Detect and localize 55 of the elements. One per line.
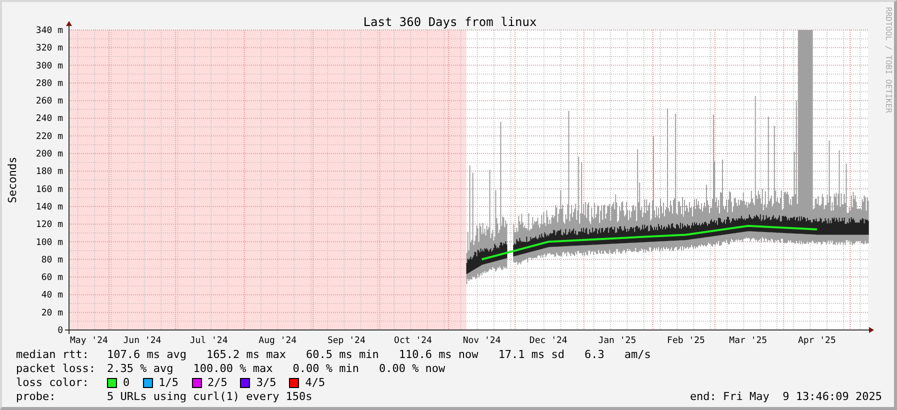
legend-value: 100.00 % max [193, 362, 273, 376]
x-tick-label: Apr '25 [798, 336, 836, 346]
x-tick-label: Dec '24 [529, 336, 568, 346]
legend-value: 1/5 [158, 376, 178, 390]
x-tick-label: Sep '24 [327, 336, 366, 346]
legend-value: 4/5 [305, 376, 326, 390]
x-tick-label: Jul '24 [190, 336, 228, 346]
y-tick-label: 180 m [36, 167, 63, 178]
x-tick-label: Feb '25 [667, 336, 705, 346]
legend-value: 5 URLs using curl(1) every 150s [107, 390, 312, 404]
x-tick-label: Oct '24 [394, 336, 432, 346]
y-tick-label: 140 m [36, 202, 63, 212]
x-tick-label: Jan '25 [598, 336, 636, 346]
legend-label: median rtt: [16, 348, 89, 362]
chart-title: Last 360 Days from linux [363, 15, 537, 29]
y-tick-label: 0 [58, 326, 63, 336]
y-tick-label: 20 m [41, 308, 63, 318]
legend-label: packet loss: [16, 362, 96, 376]
y-tick-label: 340 m [36, 26, 63, 36]
legend-value: 165.2 ms max [206, 348, 286, 362]
y-tick-label: 200 m [36, 150, 63, 160]
y-tick-label: 300 m [36, 61, 63, 72]
x-tick-label: Jun '24 [123, 336, 162, 346]
legend-value: 2.35 % avg [107, 362, 174, 376]
y-tick-label: 40 m [41, 290, 63, 301]
legend-value: am/s [624, 348, 651, 362]
y-tick-label: 60 m [41, 273, 63, 284]
legend-value: 0.00 % now [378, 362, 446, 376]
legend-value: 6.3 [584, 348, 604, 362]
x-tick-label: Aug '24 [258, 336, 297, 346]
legend-value: 110.6 ms now [398, 348, 478, 362]
y-tick-label: 240 m [36, 114, 63, 124]
y-tick-label: 120 m [36, 220, 63, 230]
y-tick-label: 160 m [36, 184, 63, 195]
y-tick-label: 220 m [36, 132, 63, 142]
end-time: end: Fri May 9 13:46:09 2025 [690, 390, 882, 404]
y-tick-label: 280 m [36, 78, 63, 89]
legend-label: probe: [16, 390, 56, 404]
legend-value: 0 [123, 376, 130, 390]
legend-value: 2/5 [208, 376, 228, 390]
legend-value: 3/5 [256, 376, 276, 390]
legend-value: 17.1 ms sd [498, 348, 565, 362]
y-tick-label: 80 m [41, 255, 63, 266]
y-tick-label: 100 m [36, 238, 63, 248]
y-tick-label: 260 m [36, 96, 63, 107]
y-tick-label: 320 m [36, 44, 63, 54]
legend-value: 107.6 ms avg [107, 348, 186, 362]
legend-value: 0.00 % min [292, 362, 359, 376]
y-axis-label: Seconds [6, 156, 19, 204]
x-tick-label: May '24 [70, 336, 108, 346]
legend-value: 60.5 ms min [306, 348, 379, 362]
legend-label: loss color: [16, 376, 89, 390]
credit-text: RRDTOOL / TOBI OETIKER [884, 7, 893, 113]
x-tick-label: Nov '24 [462, 336, 501, 346]
x-tick-label: Mar '25 [729, 336, 768, 346]
